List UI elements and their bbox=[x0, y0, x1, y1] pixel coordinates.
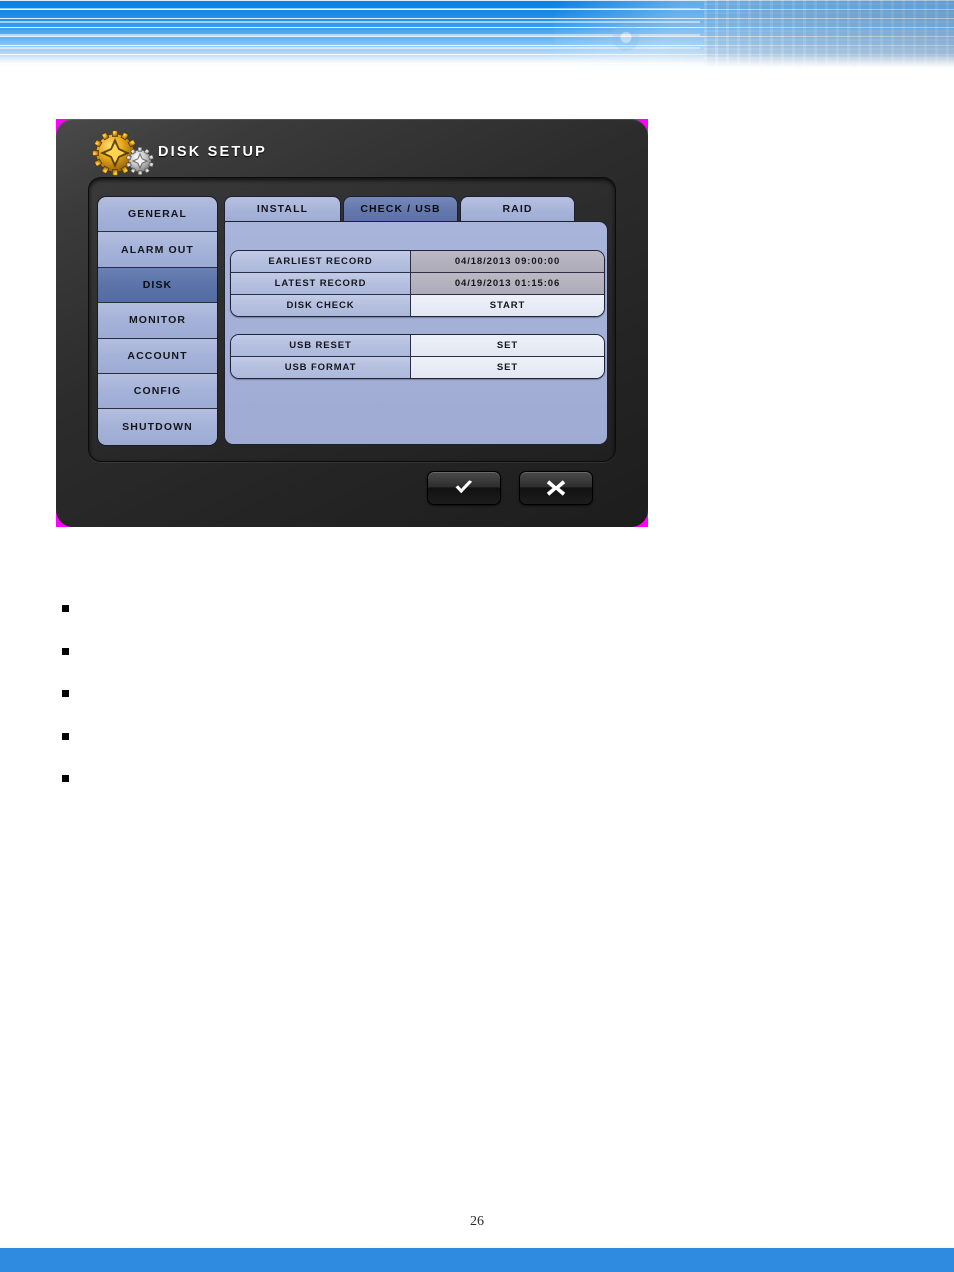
confirm-button[interactable] bbox=[427, 471, 501, 505]
gears-icon bbox=[92, 130, 162, 181]
row-label: USB RESET bbox=[231, 335, 411, 356]
table-row: USB RESET SET bbox=[231, 335, 604, 357]
sidebar-item-disk[interactable]: DISK bbox=[98, 267, 217, 304]
sidebar-item-label: MONITOR bbox=[128, 314, 187, 327]
table-row: USB FORMAT SET bbox=[231, 357, 604, 378]
disk-info-table: EARLIEST RECORD 04/18/2013 09:00:00 LATE… bbox=[230, 250, 605, 317]
latest-record-value: 04/19/2013 01:15:06 bbox=[411, 273, 604, 294]
bullet-list bbox=[62, 600, 902, 813]
row-label: LATEST RECORD bbox=[231, 273, 411, 294]
check-icon bbox=[453, 479, 475, 497]
banner-fade bbox=[0, 54, 954, 68]
sidebar-item-label: DISK bbox=[142, 278, 173, 291]
bullet-square-icon bbox=[62, 775, 69, 782]
sidebar-item-label: ACCOUNT bbox=[127, 349, 188, 362]
bullet-square-icon bbox=[62, 690, 69, 697]
sidebar-item-alarm-out[interactable]: ALARM OUT bbox=[98, 232, 217, 268]
sidebar-item-config[interactable]: CONFIG bbox=[98, 373, 217, 410]
row-label: DISK CHECK bbox=[231, 295, 411, 316]
list-item bbox=[62, 643, 902, 686]
list-item bbox=[62, 600, 902, 643]
tab-raid[interactable]: RAID bbox=[460, 196, 575, 221]
bullet-square-icon bbox=[62, 605, 69, 612]
earliest-record-value: 04/18/2013 09:00:00 bbox=[411, 251, 604, 272]
footer-bar bbox=[0, 1248, 954, 1272]
disk-check-start-button[interactable]: START bbox=[411, 295, 604, 316]
page-title: DISK SETUP bbox=[158, 144, 268, 160]
usb-format-set-button[interactable]: SET bbox=[411, 357, 604, 378]
sidebar-item-label: CONFIG bbox=[133, 385, 182, 398]
list-item bbox=[62, 685, 902, 728]
sidebar-item-label: GENERAL bbox=[127, 208, 188, 221]
page-number: 26 bbox=[470, 1214, 484, 1229]
sidebar-item-label: ALARM OUT bbox=[121, 243, 194, 256]
page-banner bbox=[0, 0, 954, 68]
close-icon bbox=[546, 479, 566, 497]
bullet-square-icon bbox=[62, 732, 69, 740]
bullet-square-icon bbox=[62, 647, 69, 655]
row-label: USB FORMAT bbox=[231, 357, 411, 378]
tab-label: INSTALL bbox=[256, 203, 309, 215]
sidebar-item-shutdown[interactable]: SHUTDOWN bbox=[98, 409, 217, 445]
list-item bbox=[62, 770, 902, 813]
table-row: EARLIEST RECORD 04/18/2013 09:00:00 bbox=[231, 251, 604, 273]
usb-table: USB RESET SET USB FORMAT SET bbox=[230, 334, 605, 379]
list-item bbox=[62, 728, 902, 771]
tab-install[interactable]: INSTALL bbox=[224, 196, 341, 221]
table-row: DISK CHECK START bbox=[231, 295, 604, 316]
usb-reset-set-button[interactable]: SET bbox=[411, 335, 604, 356]
tab-label: RAID bbox=[502, 203, 533, 215]
row-label: EARLIEST RECORD bbox=[231, 251, 411, 272]
settings-sidebar: GENERAL ALARM OUT DISK MONITOR ACCOUNT C… bbox=[97, 196, 218, 446]
sidebar-item-monitor[interactable]: MONITOR bbox=[98, 303, 217, 339]
tab-label: CHECK / USB bbox=[360, 203, 441, 215]
cancel-button[interactable] bbox=[519, 471, 593, 505]
tab-check-usb[interactable]: CHECK / USB bbox=[343, 196, 458, 221]
sidebar-item-general[interactable]: GENERAL bbox=[98, 197, 217, 233]
tab-bar: INSTALL CHECK / USB RAID bbox=[224, 196, 608, 221]
sidebar-item-label: SHUTDOWN bbox=[122, 421, 193, 434]
sidebar-item-account[interactable]: ACCOUNT bbox=[98, 338, 217, 374]
table-row: LATEST RECORD 04/19/2013 01:15:06 bbox=[231, 273, 604, 295]
